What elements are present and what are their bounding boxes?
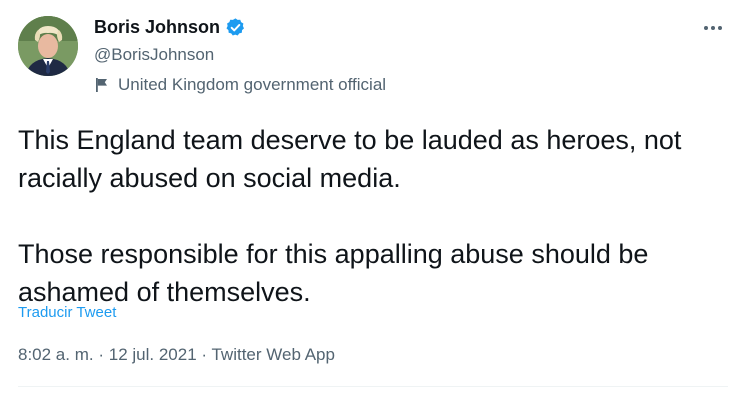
flag-icon [94,76,110,94]
author-name-row: Boris Johnson [94,17,246,38]
divider [18,386,728,387]
meta-separator: · [98,345,105,364]
tweet-metadata: 8:02 a. m. · 12 jul. 2021 · Twitter Web … [18,345,335,365]
government-label: United Kingdom government official [94,75,386,95]
avatar[interactable] [18,16,78,76]
tweet-paragraph: Those responsible for this appalling abu… [18,239,649,307]
tweet-date[interactable]: 12 jul. 2021 [109,345,197,364]
author-handle[interactable]: @BorisJohnson [94,45,214,65]
tweet-source[interactable]: Twitter Web App [211,345,334,364]
tweet-paragraph: This England team deserve to be lauded a… [18,125,682,193]
author-name[interactable]: Boris Johnson [94,17,220,38]
meta-separator: · [201,345,208,364]
verified-badge-icon [225,17,246,38]
translate-tweet-link[interactable]: Traducir Tweet [18,304,116,321]
tweet-text: This England team deserve to be lauded a… [18,121,728,311]
tweet-card: Boris Johnson @BorisJohnson United Kingd… [0,0,746,406]
government-label-text: United Kingdom government official [118,75,387,94]
tweet-time[interactable]: 8:02 a. m. [18,345,94,364]
more-options-icon[interactable] [702,18,724,38]
